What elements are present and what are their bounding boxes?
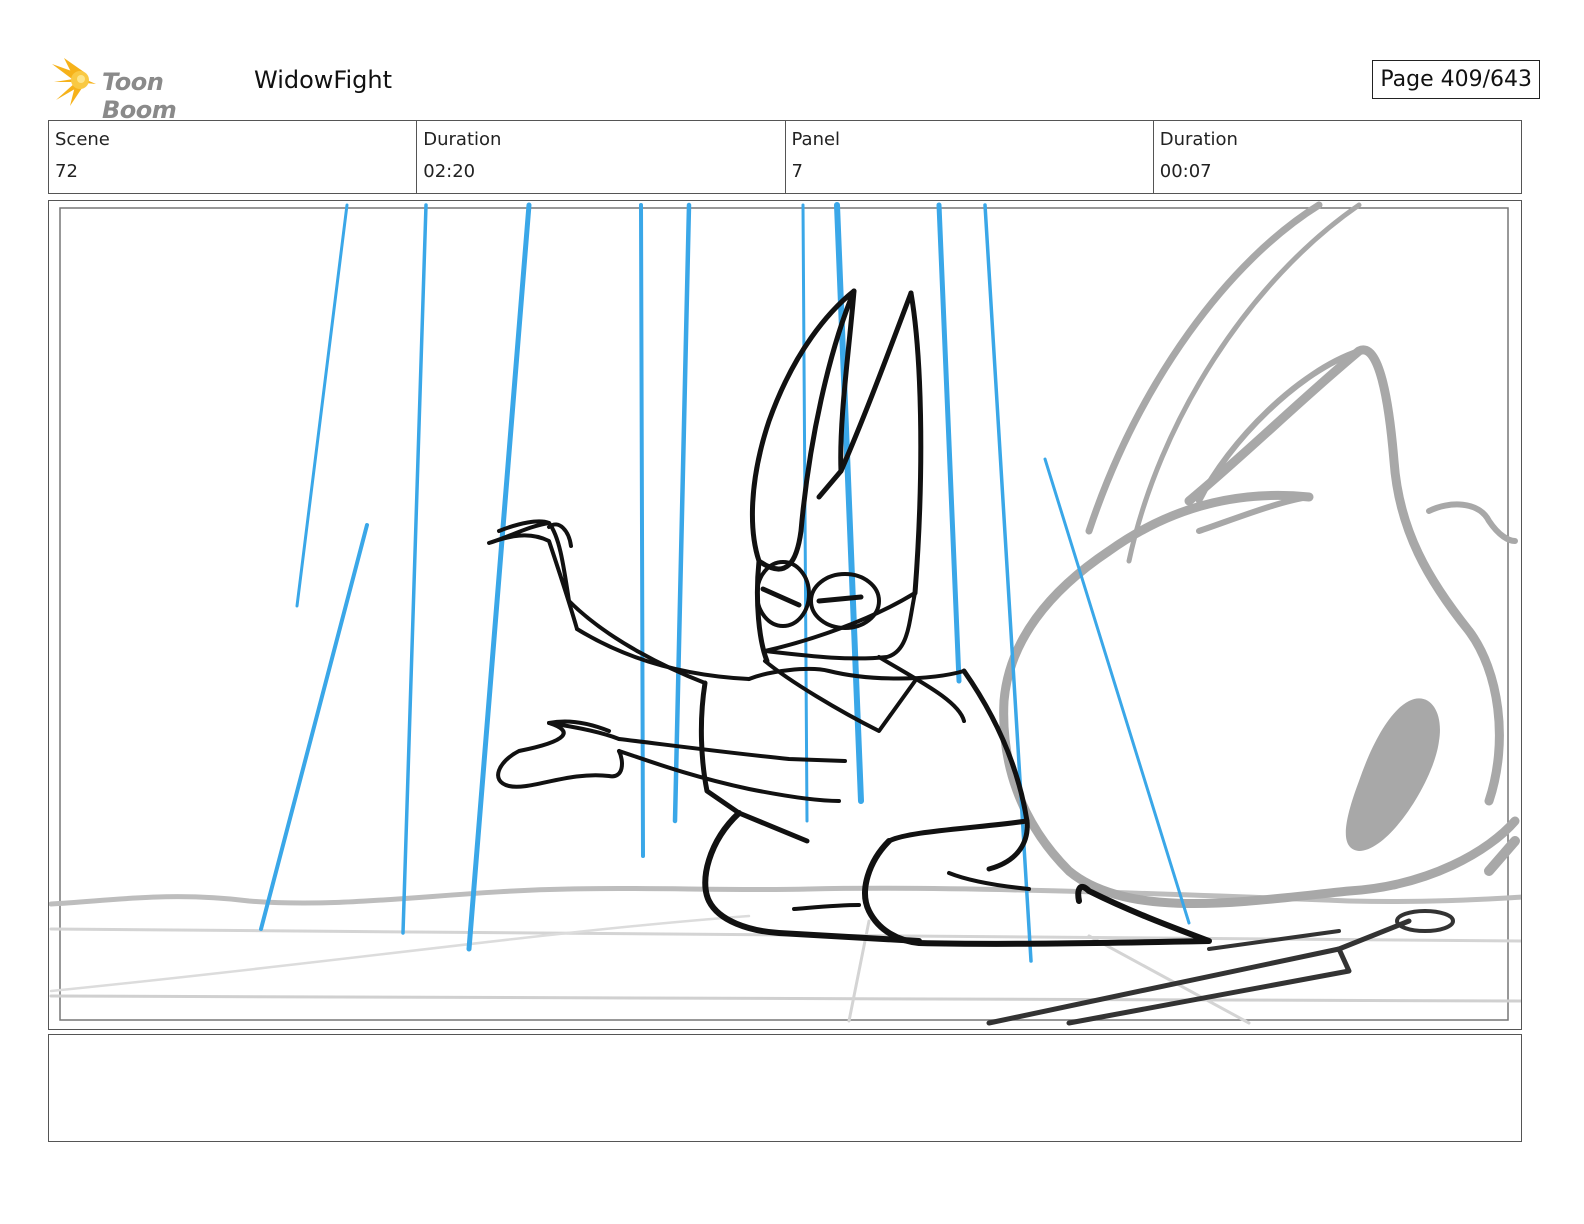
- scene-duration-label: Duration: [423, 129, 502, 150]
- logo-wordmark: Toon Boom: [102, 68, 177, 124]
- scene-cell: Scene 72: [49, 121, 418, 193]
- page-header: Toon Boom WidowFight Page 409/643: [50, 52, 1540, 124]
- scene-label: Scene: [55, 129, 110, 150]
- panel-notes-box: [48, 1034, 1522, 1142]
- panel-duration-value: 00:07: [1159, 161, 1212, 182]
- scene-info-table: Scene 72 Duration 02:20 Panel 7 Duration…: [48, 120, 1522, 194]
- scene-duration-value: 02:20: [423, 161, 476, 182]
- storyboard-panel: [48, 200, 1522, 1030]
- toon-boom-logo: Toon Boom: [50, 56, 240, 124]
- character-sketch: [487, 288, 1212, 947]
- scene-value: 72: [55, 161, 78, 182]
- page-indicator: Page 409/643: [1372, 60, 1540, 99]
- panel-cell: Panel 7: [786, 121, 1154, 193]
- panel-duration-cell: Duration 00:07: [1154, 121, 1521, 193]
- starburst-icon: [52, 58, 96, 106]
- project-title: WidowFight: [254, 66, 392, 94]
- panel-sketch: [49, 201, 1521, 1026]
- background-figure-sketch: [999, 201, 1520, 908]
- scene-duration-cell: Duration 02:20: [417, 121, 786, 193]
- panel-value: 7: [791, 161, 803, 182]
- panel-duration-label: Duration: [1159, 129, 1238, 150]
- panel-label: Panel: [791, 129, 841, 150]
- background-eye-shape: [1345, 698, 1440, 851]
